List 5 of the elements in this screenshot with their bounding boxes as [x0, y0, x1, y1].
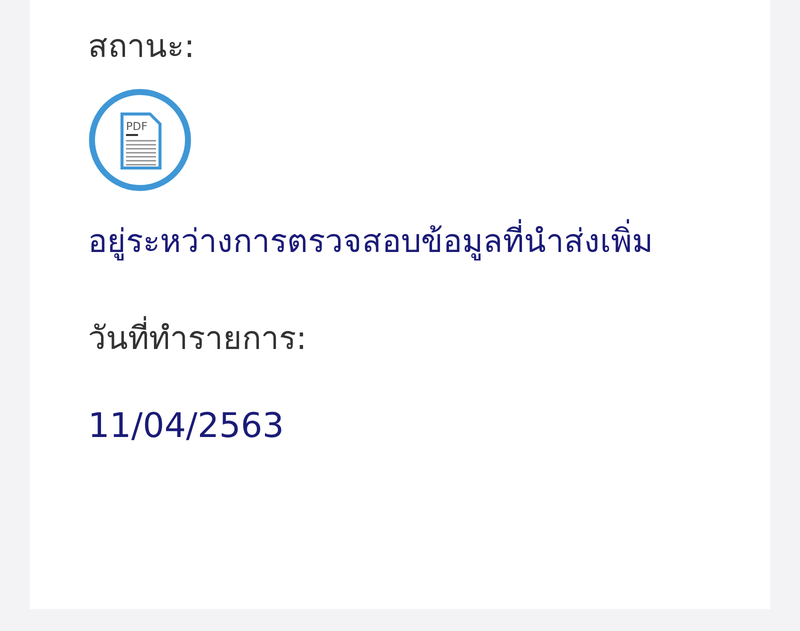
pdf-label: PDF: [126, 120, 148, 133]
status-value: อยู่ระหว่างการตรวจสอบข้อมูลที่นำส่งเพิ่ม: [88, 212, 708, 270]
status-label: สถานะ:: [88, 26, 195, 67]
date-label: วันที่ทำรายการ:: [88, 310, 307, 366]
date-value: 11/04/2563: [88, 405, 284, 448]
